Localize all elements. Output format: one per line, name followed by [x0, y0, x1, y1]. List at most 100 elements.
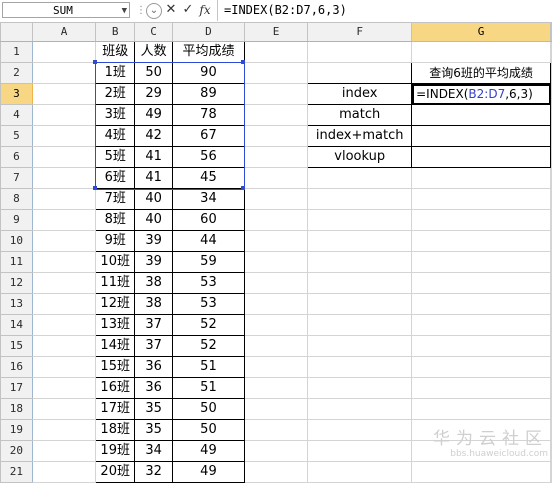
cell-e13[interactable] — [243, 293, 309, 315]
cell-g11[interactable] — [411, 251, 551, 273]
cell-d13[interactable]: 53 — [172, 293, 245, 315]
row-header-14[interactable]: 14 — [0, 314, 33, 336]
row-header-6[interactable]: 6 — [0, 146, 33, 168]
cell-c17[interactable]: 36 — [134, 377, 174, 399]
column-header-g[interactable]: G — [411, 22, 551, 42]
expand-icon[interactable]: ⌄ — [146, 3, 162, 19]
cell-d10[interactable]: 44 — [172, 230, 245, 252]
cell-e4[interactable] — [243, 104, 309, 126]
cell-c19[interactable]: 35 — [134, 419, 174, 441]
cell-a11[interactable] — [31, 251, 97, 273]
cell-c9[interactable]: 40 — [134, 209, 174, 231]
active-cell-g3[interactable]: =INDEX(B2:D7,6,3) — [411, 83, 551, 105]
cell-c8[interactable]: 40 — [134, 188, 174, 210]
cell-g10[interactable] — [411, 230, 551, 252]
cell-c3[interactable]: 29 — [134, 83, 174, 105]
cell-c11[interactable]: 39 — [134, 251, 174, 273]
row-header-1[interactable]: 1 — [0, 41, 33, 63]
cell-f1[interactable] — [307, 41, 413, 63]
cell-e7[interactable] — [243, 167, 309, 189]
cell-g18[interactable] — [411, 398, 551, 420]
range-resize-handle[interactable] — [241, 59, 246, 64]
cell-d9[interactable]: 60 — [172, 209, 245, 231]
cell-f2[interactable] — [307, 62, 413, 84]
cell-g4[interactable] — [411, 104, 551, 126]
cell-g9[interactable] — [411, 209, 551, 231]
cell-d12[interactable]: 53 — [172, 272, 245, 294]
cell-b1[interactable]: 班级 — [95, 41, 136, 63]
cell-g7[interactable] — [411, 167, 551, 189]
row-header-8[interactable]: 8 — [0, 188, 33, 210]
cell-b9[interactable]: 8班 — [95, 209, 136, 231]
cell-e8[interactable] — [243, 188, 309, 210]
cell-c14[interactable]: 37 — [134, 314, 174, 336]
cell-e1[interactable] — [243, 41, 309, 63]
cell-g14[interactable] — [411, 314, 551, 336]
cell-g12[interactable] — [411, 272, 551, 294]
cell-e11[interactable] — [243, 251, 309, 273]
cell-d1[interactable]: 平均成绩 — [172, 41, 245, 63]
cell-g5[interactable] — [411, 125, 551, 147]
cell-a3[interactable] — [31, 83, 97, 105]
cell-f14[interactable] — [307, 314, 413, 336]
cell-c10[interactable]: 39 — [134, 230, 174, 252]
column-header-a[interactable]: A — [31, 22, 97, 42]
cell-g1[interactable] — [411, 41, 551, 63]
cell-b19[interactable]: 18班 — [95, 419, 136, 441]
range-resize-handle[interactable] — [241, 185, 246, 190]
cell-a4[interactable] — [31, 104, 97, 126]
cell-b13[interactable]: 12班 — [95, 293, 136, 315]
cell-a18[interactable] — [31, 398, 97, 420]
cell-d18[interactable]: 50 — [172, 398, 245, 420]
cell-d8[interactable]: 34 — [172, 188, 245, 210]
cell-g8[interactable] — [411, 188, 551, 210]
cell-e10[interactable] — [243, 230, 309, 252]
cell-c1[interactable]: 人数 — [134, 41, 174, 63]
cell-c12[interactable]: 38 — [134, 272, 174, 294]
cell-e15[interactable] — [243, 335, 309, 357]
cell-b10[interactable]: 9班 — [95, 230, 136, 252]
cell-e3[interactable] — [243, 83, 309, 105]
cell-f15[interactable] — [307, 335, 413, 357]
cell-d14[interactable]: 52 — [172, 314, 245, 336]
cell-a19[interactable] — [31, 419, 97, 441]
cell-f7[interactable] — [307, 167, 413, 189]
cell-g13[interactable] — [411, 293, 551, 315]
column-header-f[interactable]: F — [307, 22, 413, 42]
cell-b20[interactable]: 19班 — [95, 440, 136, 462]
cell-f21[interactable] — [307, 461, 413, 483]
cell-e6[interactable] — [243, 146, 309, 168]
cell-f16[interactable] — [307, 356, 413, 378]
row-header-7[interactable]: 7 — [0, 167, 33, 189]
cell-d6[interactable]: 56 — [172, 146, 245, 168]
row-header-3[interactable]: 3 — [0, 83, 33, 105]
cell-b15[interactable]: 14班 — [95, 335, 136, 357]
cell-b2[interactable]: 1班 — [95, 62, 136, 84]
cell-g15[interactable] — [411, 335, 551, 357]
cell-g17[interactable] — [411, 377, 551, 399]
cell-d5[interactable]: 67 — [172, 125, 245, 147]
cell-d16[interactable]: 51 — [172, 356, 245, 378]
cell-g2[interactable]: 查询6班的平均成绩 — [411, 62, 551, 84]
range-resize-handle[interactable] — [92, 185, 97, 190]
cell-e9[interactable] — [243, 209, 309, 231]
cell-b12[interactable]: 11班 — [95, 272, 136, 294]
cell-c7[interactable]: 41 — [134, 167, 174, 189]
cell-f17[interactable] — [307, 377, 413, 399]
cell-d20[interactable]: 49 — [172, 440, 245, 462]
chevron-down-icon[interactable]: ▼ — [122, 3, 127, 19]
cell-d2[interactable]: 90 — [172, 62, 245, 84]
cell-e14[interactable] — [243, 314, 309, 336]
cell-c6[interactable]: 41 — [134, 146, 174, 168]
cell-f6[interactable]: vlookup — [307, 146, 413, 168]
cell-a1[interactable] — [31, 41, 97, 63]
cell-b11[interactable]: 10班 — [95, 251, 136, 273]
select-all-corner[interactable] — [0, 22, 33, 42]
cell-c15[interactable]: 37 — [134, 335, 174, 357]
row-header-12[interactable]: 12 — [0, 272, 33, 294]
formula-input[interactable]: =INDEX(B2:D7,6,3) — [224, 0, 347, 21]
cell-g6[interactable] — [411, 146, 551, 168]
cell-c2[interactable]: 50 — [134, 62, 174, 84]
enter-button[interactable]: ✓ — [180, 2, 196, 18]
cell-e20[interactable] — [243, 440, 309, 462]
